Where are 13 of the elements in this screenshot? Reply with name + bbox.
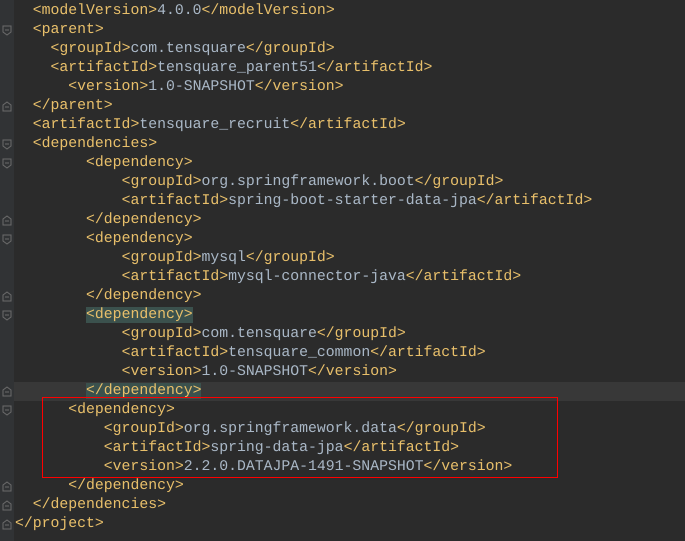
fold-icon[interactable]	[2, 481, 12, 492]
fold-icon[interactable]	[2, 234, 12, 245]
fold-icon[interactable]	[2, 519, 12, 530]
fold-icon[interactable]	[2, 25, 12, 36]
fold-icon[interactable]	[2, 500, 12, 511]
fold-icon[interactable]	[2, 158, 12, 169]
fold-icon[interactable]	[2, 386, 12, 397]
fold-icon[interactable]	[2, 291, 12, 302]
fold-icon[interactable]	[2, 310, 12, 321]
fold-icon[interactable]	[2, 215, 12, 226]
fold-icon[interactable]	[2, 139, 12, 150]
fold-icon[interactable]	[2, 405, 12, 416]
fold-icon[interactable]	[2, 101, 12, 112]
